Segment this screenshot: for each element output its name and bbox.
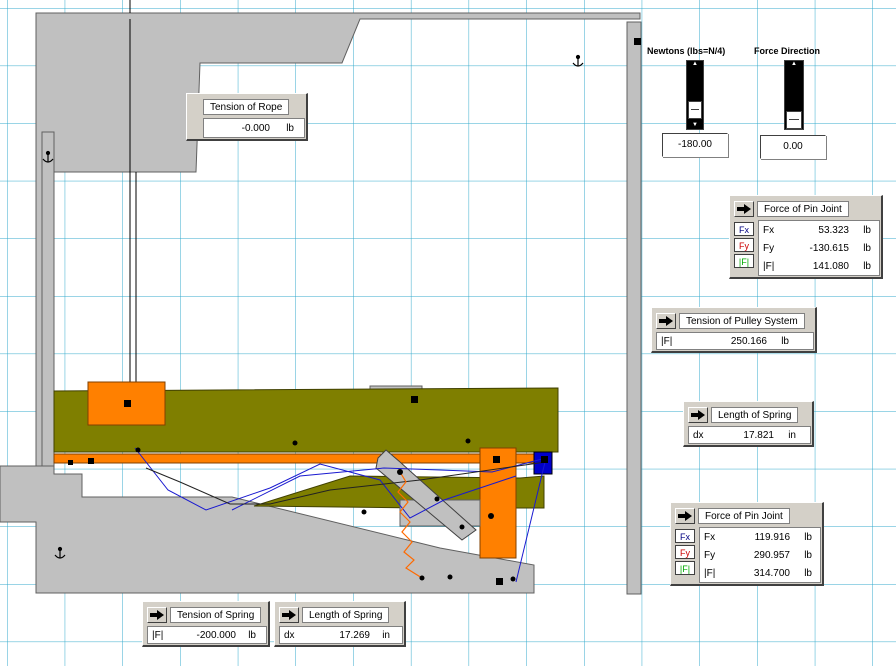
row-label: |F|: [152, 630, 164, 641]
row-value: 17.269: [339, 630, 370, 641]
f-chip[interactable]: |F|: [734, 254, 754, 268]
row-unit: lb: [781, 336, 789, 347]
fy-chip[interactable]: Fy: [734, 238, 754, 252]
row-label: Fy: [704, 550, 716, 561]
row-value: 17.821: [743, 430, 774, 441]
row-label: Fx: [704, 532, 716, 543]
meter-title: Tension of Spring: [170, 607, 262, 623]
force-of-pin-joint-meter-2[interactable]: Force of Pin Joint Fx Fy |F| Fx 119.916 lb…: [670, 502, 824, 586]
force-of-pin-joint-meter[interactable]: Force of Pin Joint Fx Fy |F| Fx 53.323 lb …: [729, 195, 883, 279]
row-value: 314.700: [753, 568, 790, 579]
arrow-right-icon[interactable]: [147, 607, 167, 623]
slider-thumb[interactable]: [688, 101, 702, 119]
slider-up-arrow[interactable]: ▲: [785, 61, 803, 68]
row-unit: lb: [804, 532, 812, 543]
row-value: -200.000: [196, 630, 236, 641]
row-unit: lb: [804, 568, 812, 579]
row-unit: lb: [248, 630, 256, 641]
newtons-label: Newtons (lbs=N/4): [647, 46, 726, 56]
newtons-value[interactable]: -180.00: [662, 133, 728, 157]
arrow-right-icon[interactable]: [734, 201, 754, 217]
row-unit: lb: [863, 261, 871, 272]
row-label: |F|: [763, 261, 775, 272]
meter-title: Force of Pin Joint: [698, 508, 790, 524]
force-direction-label: Force Direction: [754, 46, 821, 56]
orange-rail[interactable]: [53, 453, 543, 464]
row-label: dx: [693, 430, 704, 441]
meter-title: Tension of Rope: [203, 99, 290, 115]
row-label: dx: [284, 630, 295, 641]
arrow-right-icon[interactable]: [656, 313, 676, 329]
meter-value: -0.000: [241, 123, 270, 134]
row-unit: lb: [863, 225, 871, 236]
newtons-slider[interactable]: ▲ ▼: [686, 60, 704, 130]
row-label: |F|: [661, 336, 673, 347]
meter-unit: lb: [286, 123, 294, 134]
fx-chip[interactable]: Fx: [734, 222, 754, 236]
tension-of-rope-meter[interactable]: Tension of Rope -0.000 lb: [186, 93, 308, 141]
meter-title: Length of Spring: [711, 407, 799, 423]
meter-title: Length of Spring: [302, 607, 390, 623]
force-direction-value[interactable]: 0.00: [760, 135, 826, 159]
row-value: 141.080: [812, 261, 849, 272]
slider-up-arrow[interactable]: ▲: [687, 61, 703, 68]
arrow-right-icon[interactable]: [279, 607, 299, 623]
row-unit: in: [788, 430, 796, 441]
f-chip[interactable]: |F|: [675, 561, 695, 575]
row-value: 53.323: [818, 225, 849, 236]
slider-down-arrow[interactable]: ▼: [687, 122, 703, 129]
fx-chip[interactable]: Fx: [675, 529, 695, 543]
row-label: Fy: [763, 243, 775, 254]
tension-of-pulley-system-meter[interactable]: Tension of Pulley System |F| 250.166 lb: [651, 307, 817, 353]
row-label: |F|: [704, 568, 716, 579]
arrow-right-icon[interactable]: [675, 508, 695, 524]
row-unit: lb: [804, 550, 812, 561]
orange-column[interactable]: [479, 447, 517, 559]
row-unit: in: [382, 630, 390, 641]
row-value: -130.615: [809, 243, 849, 254]
row-value: 250.166: [730, 336, 767, 347]
meter-title: Force of Pin Joint: [757, 201, 849, 217]
fy-chip[interactable]: Fy: [675, 545, 695, 559]
length-of-spring-meter-2[interactable]: Length of Spring dx 17.269 in: [274, 601, 406, 647]
tension-of-spring-meter[interactable]: Tension of Spring |F| -200.000 lb: [142, 601, 270, 647]
row-value: 119.916: [754, 532, 790, 543]
row-label: Fx: [763, 225, 775, 236]
length-of-spring-meter[interactable]: Length of Spring dx 17.821 in: [683, 401, 814, 447]
meter-title: Tension of Pulley System: [679, 313, 805, 329]
row-unit: lb: [863, 243, 871, 254]
row-value: 290.957: [753, 550, 790, 561]
arrow-right-icon[interactable]: [688, 407, 708, 423]
force-direction-slider[interactable]: ▲ ▼: [784, 60, 804, 130]
slider-down-arrow[interactable]: ▼: [785, 122, 803, 129]
